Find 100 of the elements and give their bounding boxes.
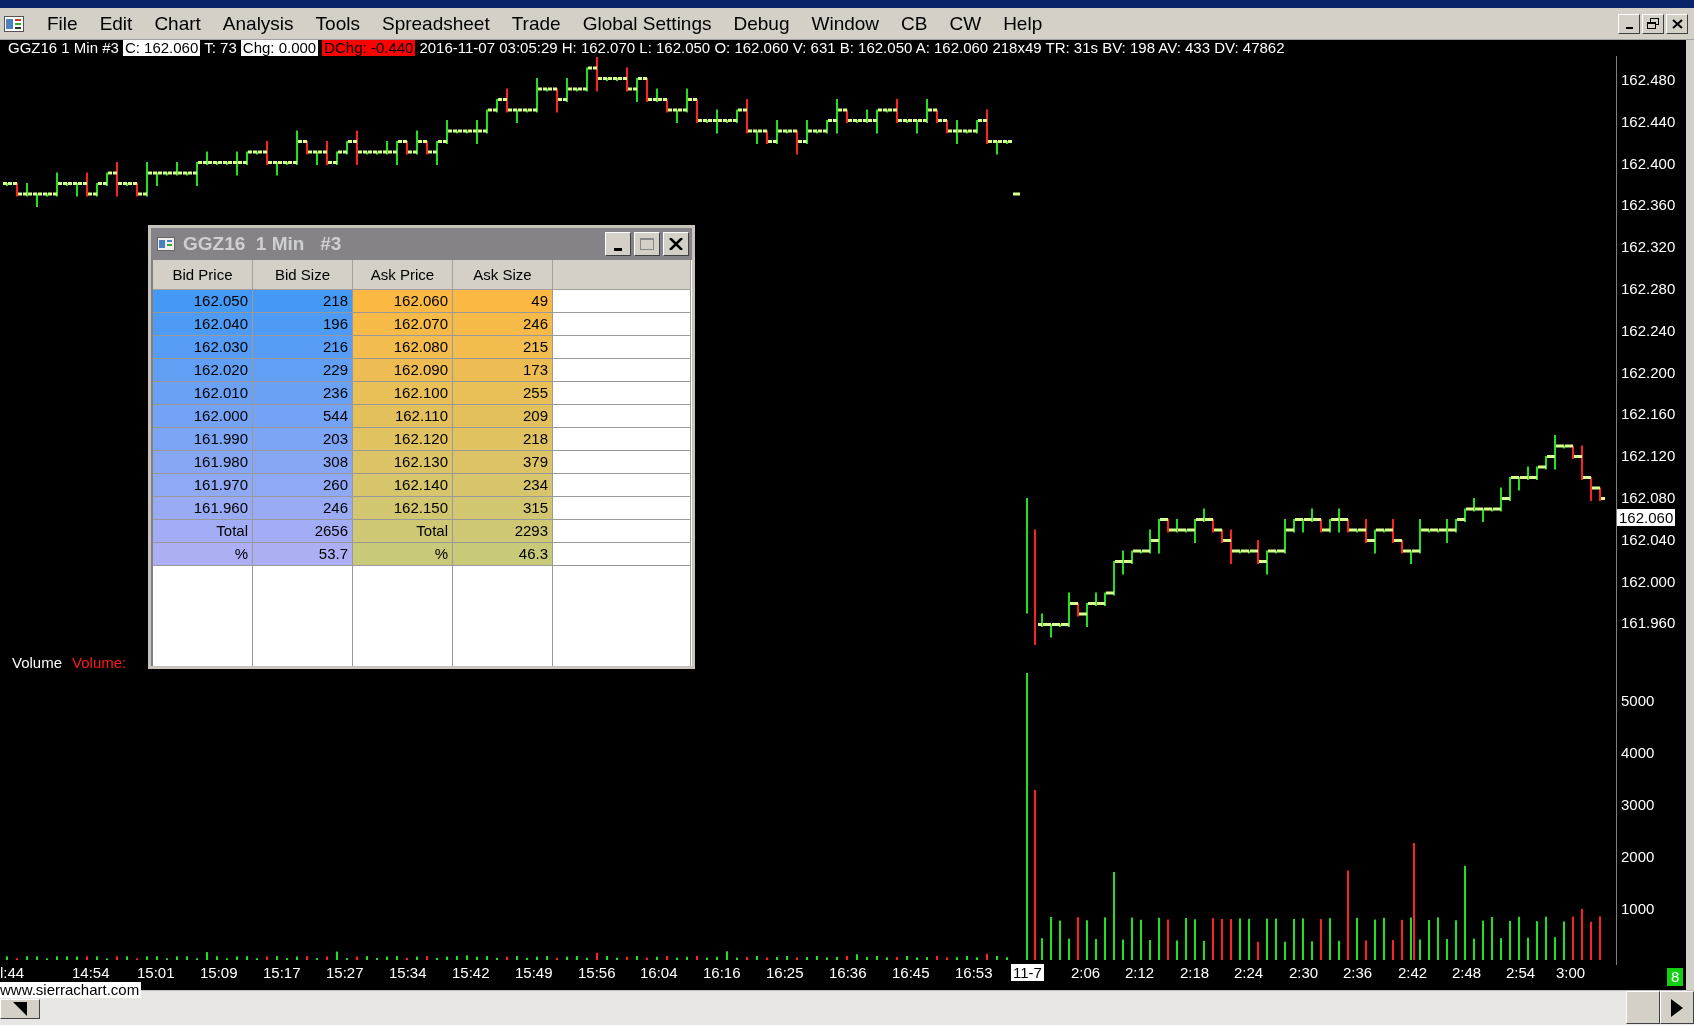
- table-cell: 260: [253, 474, 353, 497]
- table-cell: %: [353, 543, 453, 566]
- volume-label: 1000: [1621, 900, 1655, 917]
- table-cell: 209: [453, 405, 553, 428]
- close-icon: [1671, 18, 1683, 29]
- time-label: 15:56: [578, 964, 616, 981]
- price-label: 161.960: [1621, 614, 1676, 632]
- table-cell: %: [153, 543, 253, 566]
- current-price-label: 162.060: [1617, 509, 1676, 526]
- table-cell: 162.010: [153, 382, 253, 405]
- menu-item[interactable]: Spreadsheet: [370, 12, 501, 35]
- arrow-icon: [1671, 998, 1683, 1017]
- info-text: DChg: -0.440: [322, 40, 416, 56]
- table-cell: 379: [453, 451, 553, 474]
- column-header[interactable]: Ask Size: [453, 260, 553, 290]
- time-label: 3:00: [1556, 964, 1586, 981]
- time-label: 2:30: [1289, 964, 1319, 981]
- menu-item[interactable]: CW: [938, 12, 993, 35]
- table-cell: 236: [253, 382, 353, 405]
- price-label: 162.040: [1621, 530, 1676, 548]
- table-cell: 162.100: [353, 382, 453, 405]
- scroll-right-button[interactable]: [1660, 991, 1694, 1024]
- close-button[interactable]: [663, 232, 689, 256]
- menu-item[interactable]: Debug: [722, 12, 801, 35]
- table-cell: 196: [253, 313, 353, 336]
- time-label: 2:18: [1180, 964, 1210, 981]
- scroll-thumb[interactable]: [1626, 991, 1660, 1024]
- menu-item[interactable]: Window: [800, 12, 891, 35]
- column-header[interactable]: Bid Price: [153, 260, 253, 290]
- table-cell: 161.960: [153, 497, 253, 520]
- table-cell: 162.080: [353, 336, 453, 359]
- column-header[interactable]: Ask Price: [353, 260, 453, 290]
- close-button[interactable]: [1666, 13, 1688, 34]
- table-cell: 246: [453, 313, 553, 336]
- time-label: 2:36: [1343, 964, 1373, 981]
- table-cell: 218: [453, 428, 553, 451]
- arrow-icon: [13, 1002, 27, 1016]
- menu-item[interactable]: Tools: [304, 12, 371, 35]
- menu-item[interactable]: Trade: [500, 12, 572, 35]
- price-label: 162.320: [1621, 238, 1676, 256]
- column-header[interactable]: Bid Size: [253, 260, 353, 290]
- menu-item[interactable]: CB: [890, 12, 939, 35]
- table-cell: 162.050: [153, 290, 253, 313]
- table-cell: 161.980: [153, 451, 253, 474]
- info-text: C: 162.060: [122, 40, 201, 56]
- website-link[interactable]: www.sierrachart.com: [0, 982, 142, 998]
- price-label: 162.080: [1621, 489, 1676, 506]
- time-label: 2:48: [1452, 964, 1482, 981]
- minimize-button[interactable]: [1618, 13, 1640, 34]
- menu-item[interactable]: File: [36, 12, 89, 35]
- window-title: GGZ16 1 Min #3: [183, 233, 342, 255]
- table-cell: 162.110: [353, 405, 453, 428]
- volume-label: 4000: [1621, 744, 1655, 761]
- time-label: 16:16: [703, 964, 741, 981]
- time-label: 15:49: [515, 964, 553, 981]
- table-cell: Total: [153, 520, 253, 543]
- table-cell: 162.120: [353, 428, 453, 451]
- table-cell: 234: [453, 474, 553, 497]
- price-label: 162.440: [1621, 112, 1676, 130]
- time-label: 2:12: [1125, 964, 1155, 981]
- time-label: 2:06: [1071, 964, 1101, 981]
- date-label: 11-7: [1011, 964, 1044, 981]
- table-cell: 162.020: [153, 359, 253, 382]
- maximize-button[interactable]: [634, 232, 660, 256]
- time-label: l:44: [0, 964, 25, 981]
- time-label: 16:36: [829, 964, 867, 981]
- minimize-icon: [614, 248, 622, 251]
- table-cell: 162.060: [353, 290, 453, 313]
- menu-item[interactable]: Help: [992, 12, 1054, 35]
- table-cell: 161.990: [153, 428, 253, 451]
- table-cell: 162.140: [353, 474, 453, 497]
- menu-item[interactable]: Chart: [143, 12, 212, 35]
- minimize-button[interactable]: [605, 232, 631, 256]
- price-label: 162.200: [1621, 363, 1676, 381]
- time-label: 15:34: [389, 964, 427, 981]
- scroll-left-button[interactable]: [0, 999, 40, 1019]
- table-cell: 162.000: [153, 405, 253, 428]
- time-label: 15:42: [452, 964, 490, 981]
- volume-label: 2000: [1621, 848, 1655, 865]
- time-label: 16:25: [766, 964, 804, 981]
- menu-item[interactable]: Analysis: [211, 12, 305, 35]
- app-icon[interactable]: [4, 15, 24, 32]
- price-label: 162.360: [1621, 196, 1676, 214]
- table-cell: 544: [253, 405, 353, 428]
- table-cell: 255: [453, 382, 553, 405]
- table-cell: 246: [253, 497, 353, 520]
- info-text: Chg: 0.000: [240, 40, 319, 56]
- time-label: 15:09: [200, 964, 238, 981]
- time-label: 15:27: [326, 964, 364, 981]
- price-label: 162.240: [1621, 321, 1676, 339]
- info-text: 2016-11-07 03:05:29 H: 162.070 L: 162.050 O: 162.060 V: 631 B: 162.050 A: 162.060 218x49 TR: 31s BV: 198 AV: 433 DV: 47862: [419, 40, 1285, 56]
- time-label: 2:42: [1398, 964, 1428, 981]
- table-cell: 53.7: [253, 543, 353, 566]
- restore-button[interactable]: [1642, 13, 1664, 34]
- table-cell: 216: [253, 336, 353, 359]
- menu-item[interactable]: Global Settings: [571, 12, 723, 35]
- table-cell: 46.3: [453, 543, 553, 566]
- time-label: 2:24: [1234, 964, 1264, 981]
- maximize-icon: [640, 238, 654, 250]
- menu-item[interactable]: Edit: [88, 12, 144, 35]
